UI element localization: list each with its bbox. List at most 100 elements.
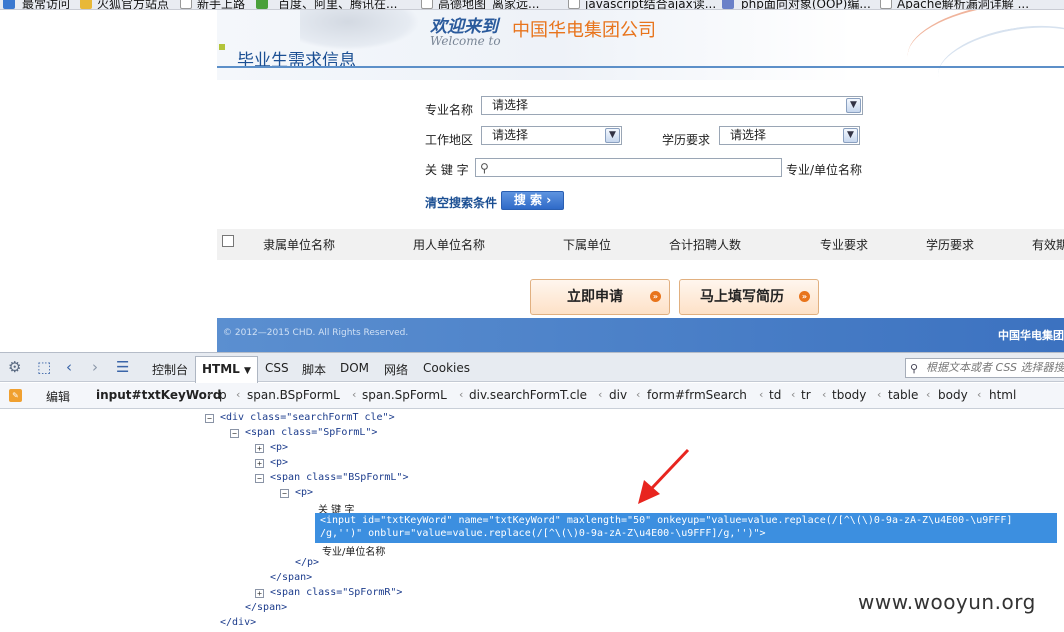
tab-console[interactable]: 控制台 [152, 361, 188, 378]
selected-tree-node[interactable]: <input id="txtKeyWord" name="txtKeyWord"… [315, 513, 1057, 543]
breadcrumb-item[interactable]: p [219, 388, 227, 402]
tab-dom[interactable]: DOM [340, 361, 369, 375]
search-icon: ⚲ [910, 362, 919, 375]
keyword-input[interactable]: ⚲ [475, 158, 782, 177]
bookmark-item[interactable]: 百度、阿里、腾讯在... [278, 0, 397, 9]
search-button[interactable]: 搜 索 › [501, 191, 564, 210]
tree-node[interactable]: <span class="SpFormR"> [270, 587, 402, 598]
breadcrumb-item[interactable]: html [989, 388, 1016, 402]
breadcrumb-item[interactable]: form#frmSearch [647, 388, 747, 402]
select-all-checkbox[interactable] [222, 235, 234, 247]
column-header: 下属单位 [563, 238, 612, 252]
column-header: 有效期 [1032, 238, 1064, 252]
breadcrumb-item[interactable]: div.searchFormT.cle [469, 388, 587, 402]
bookmark-item[interactable]: Apache解析漏洞详解 ... [897, 0, 1029, 9]
inspect-icon[interactable]: ⬚ [37, 358, 51, 376]
tree-node[interactable]: <span class="BSpFormL"> [270, 472, 408, 483]
tab-css[interactable]: CSS [265, 361, 289, 375]
breadcrumb-separator: ‹ [926, 388, 931, 401]
breadcrumb-item[interactable]: tbody [832, 388, 866, 402]
tree-node[interactable]: <p> [270, 457, 288, 468]
collapse-toggle-icon[interactable]: − [230, 429, 239, 438]
expand-toggle-icon[interactable]: + [255, 459, 264, 468]
expand-toggle-icon[interactable]: + [255, 444, 264, 453]
footer-company: 中国华电集团 [998, 329, 1064, 342]
back-arrow-icon[interactable]: ‹ [66, 358, 72, 376]
major-select[interactable]: 请选择 ▼ [481, 96, 863, 115]
page-icon [880, 0, 892, 9]
page-icon [421, 0, 433, 9]
breadcrumb-item[interactable]: input#txtKeyWord [96, 388, 221, 402]
bookmark-item[interactable]: 高德地图_离家远... [438, 0, 539, 9]
breadcrumb-separator: ‹ [791, 388, 796, 401]
column-header: 专业要求 [820, 238, 869, 252]
keyword-label: 关 键 字 [425, 163, 469, 177]
tree-node[interactable]: <div class="searchFormT cle"> [220, 412, 395, 423]
breadcrumb-separator: ‹ [977, 388, 982, 401]
apply-button[interactable]: 立即申请 » [530, 279, 670, 315]
major-select-value: 请选择 [492, 98, 529, 112]
breadcrumb-item[interactable]: td [769, 388, 781, 402]
bookmark-item[interactable]: 新手上路 [197, 0, 245, 9]
collapse-toggle-icon[interactable]: − [255, 474, 264, 483]
resume-button[interactable]: 马上填写简历 » [679, 279, 819, 315]
edu-select[interactable]: 请选择 ▼ [719, 126, 860, 145]
breadcrumb-item[interactable]: div [609, 388, 627, 402]
bookmark-item[interactable]: javascript结合ajax读... [585, 0, 716, 9]
expand-toggle-icon[interactable]: + [255, 589, 264, 598]
devtools-toolbar: ⚙ ⬚ ‹ › ☰ 控制台 HTML ▼ CSS 脚本 DOM 网络 Cooki… [0, 352, 1064, 383]
devtools-search-input[interactable]: ⚲ 根据文本或者 CSS 选择器搜索 [905, 358, 1064, 378]
bookmark-item[interactable]: php面向对象(OOP)编... [741, 0, 871, 9]
breadcrumb-item[interactable]: span.SpFormL [362, 388, 447, 402]
arrow-circle-icon: » [650, 291, 661, 302]
forward-arrow-icon[interactable]: › [92, 358, 98, 376]
tab-html-label: HTML [202, 362, 240, 376]
globe-graphic [300, 10, 420, 50]
apply-button-label: 立即申请 [567, 289, 623, 305]
command-line-icon[interactable]: ☰ [116, 358, 129, 376]
tree-node[interactable]: <p> [295, 487, 313, 498]
tree-node[interactable]: </span> [270, 572, 312, 583]
company-name: 中国华电集团公司 [512, 20, 656, 41]
tab-cookies[interactable]: Cookies [423, 361, 470, 375]
tree-node[interactable]: </p> [295, 557, 319, 568]
firebug-menu-icon[interactable]: ⚙ [8, 358, 21, 376]
bookmark-item[interactable]: 火狐官方站点 [97, 0, 169, 9]
breadcrumb-separator: ‹ [352, 388, 357, 401]
region-select[interactable]: 请选择 ▼ [481, 126, 622, 145]
title-divider [217, 66, 1064, 68]
tree-node[interactable]: </span> [245, 602, 287, 613]
tab-script[interactable]: 脚本 [302, 361, 326, 378]
arrow-circle-icon: » [799, 291, 810, 302]
breadcrumb-item[interactable]: span.BSpFormL [247, 388, 340, 402]
breadcrumb-item[interactable]: tr [801, 388, 811, 402]
edit-icon[interactable]: ✎ [9, 389, 22, 402]
column-header: 合计招聘人数 [669, 238, 742, 252]
search-button-label: 搜 索 [513, 193, 543, 207]
collapse-toggle-icon[interactable]: − [280, 489, 289, 498]
region-select-value: 请选择 [492, 128, 529, 142]
copyright-text: © 2012—2015 CHD. All Rights Reserved. [223, 328, 409, 338]
collapse-toggle-icon[interactable]: − [205, 414, 214, 423]
chevron-down-icon[interactable]: ▼ [843, 128, 858, 143]
breadcrumb-item[interactable]: body [938, 388, 968, 402]
tab-html[interactable]: HTML ▼ [195, 356, 258, 383]
leaf-icon [256, 0, 268, 9]
chevron-down-icon[interactable]: ▼ [244, 366, 251, 376]
chevron-down-icon[interactable]: ▼ [846, 98, 861, 113]
clear-search-link[interactable]: 清空搜索条件 [425, 194, 497, 211]
breadcrumb-item[interactable]: table [888, 388, 918, 402]
devtools-search-placeholder: 根据文本或者 CSS 选择器搜索 [926, 361, 1064, 374]
edit-button[interactable]: 编辑 [46, 388, 70, 405]
page-footer: © 2012—2015 CHD. All Rights Reserved. 中国… [217, 318, 1064, 352]
tree-node[interactable]: <span class="SpFormL"> [245, 427, 377, 438]
tree-node[interactable]: <p> [270, 442, 288, 453]
tree-node[interactable]: </div> [220, 617, 256, 628]
bookmark-item[interactable]: 最常访问 [22, 0, 70, 9]
region-label: 工作地区 [425, 133, 474, 147]
tab-net[interactable]: 网络 [384, 361, 408, 378]
chevron-down-icon[interactable]: ▼ [605, 128, 620, 143]
welcome-en-text: Welcome to [430, 34, 501, 48]
breadcrumb-separator: ‹ [759, 388, 764, 401]
tree-text-node[interactable]: 专业/单位名称 [322, 543, 385, 558]
